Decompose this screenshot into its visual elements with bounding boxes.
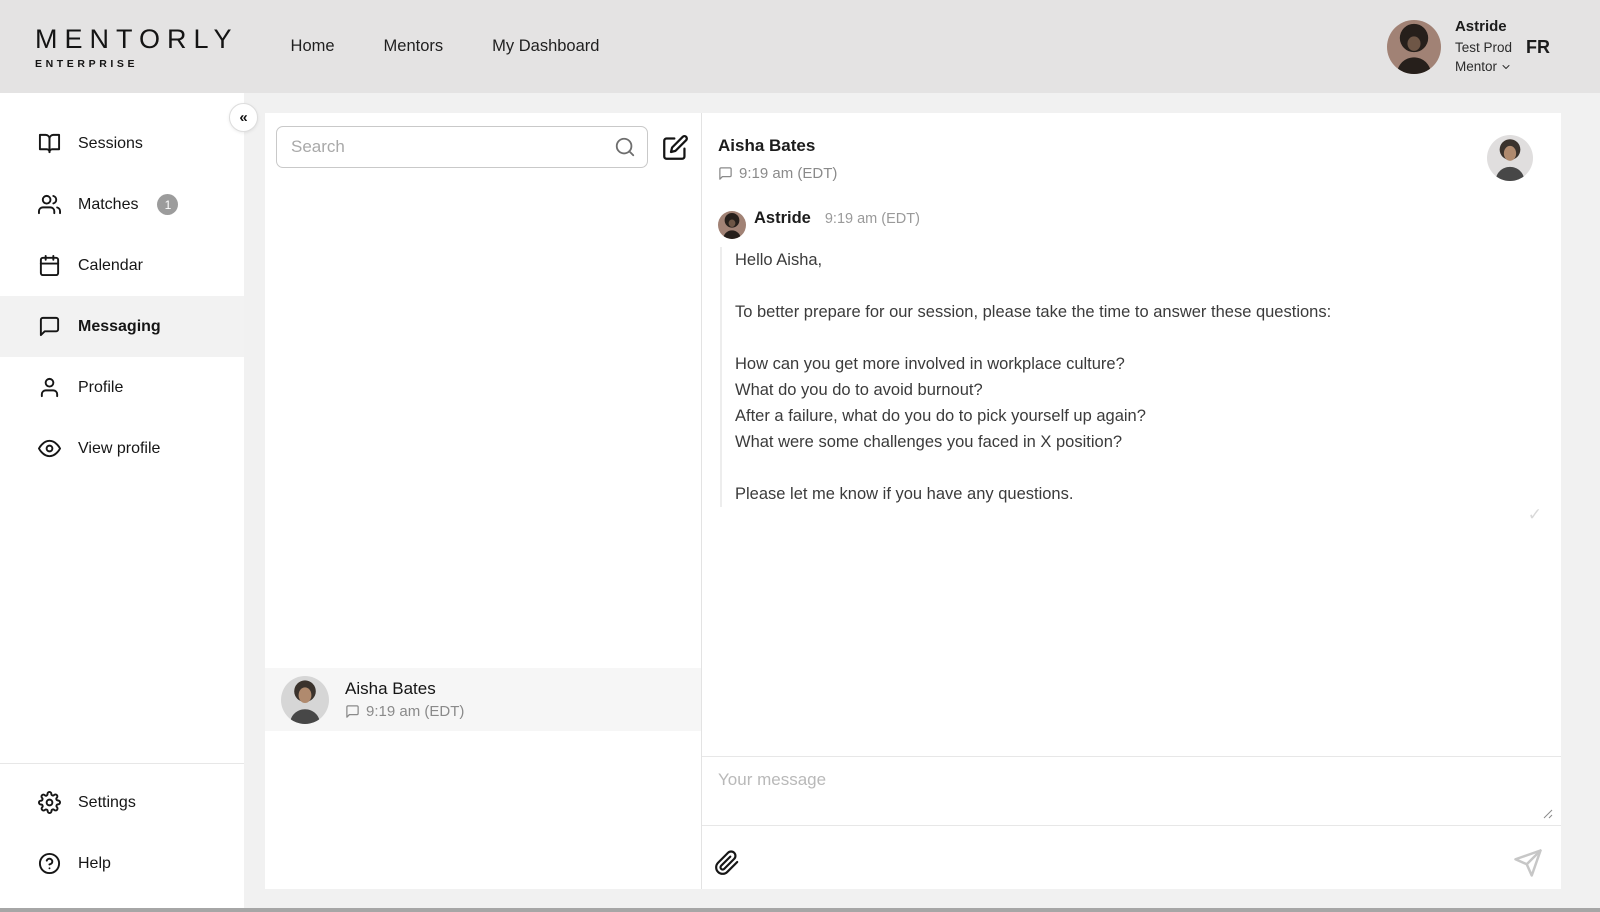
chat-partner-name: Aisha Bates xyxy=(718,136,815,156)
user-info: Astride Test Prod Mentor xyxy=(1455,16,1512,77)
top-nav: Home Mentors My Dashboard xyxy=(291,37,600,56)
user-role-label: Mentor xyxy=(1455,57,1497,77)
chat-header: Aisha Bates 9:19 am (EDT) xyxy=(702,113,1561,209)
user-menu[interactable]: Astride Test Prod Mentor FR xyxy=(1387,16,1550,77)
conversation-time: 9:19 am (EDT) xyxy=(366,703,464,720)
paperclip-icon[interactable] xyxy=(714,850,740,876)
composer-toolbar xyxy=(702,831,1561,894)
message-header: Astride 9:19 am (EDT) xyxy=(718,209,1561,237)
users-icon xyxy=(38,193,61,216)
conversation-list-panel: Aisha Bates 9:19 am (EDT) xyxy=(265,113,701,889)
sidebar-item-settings[interactable]: Settings xyxy=(0,772,244,833)
compose-message-icon[interactable] xyxy=(662,134,689,161)
sidebar-item-label: View profile xyxy=(78,440,160,458)
user-org: Test Prod xyxy=(1455,38,1512,58)
sidebar-item-view-profile[interactable]: View profile xyxy=(0,418,244,479)
chat-partner-avatar xyxy=(1487,135,1533,181)
conversation-time-row: 9:19 am (EDT) xyxy=(345,703,464,720)
sidebar-item-help[interactable]: Help xyxy=(0,833,244,894)
avatar-silhouette-icon xyxy=(1387,20,1441,74)
sidebar-item-label: Sessions xyxy=(78,135,143,153)
user-icon xyxy=(38,376,61,399)
resize-grip-handle[interactable] xyxy=(1541,808,1553,820)
message-bubble-icon xyxy=(38,315,61,338)
read-receipt-check-icon: ✓ xyxy=(1528,505,1542,525)
chat-header-time: 9:19 am (EDT) xyxy=(739,165,837,182)
matches-count-badge: 1 xyxy=(157,194,178,215)
user-avatar[interactable] xyxy=(1387,20,1441,74)
chevron-down-icon xyxy=(1500,61,1512,73)
page-bottom-strip xyxy=(0,908,1600,912)
sidebar-item-label: Settings xyxy=(78,794,136,812)
message-sender: Astride xyxy=(754,209,811,228)
message-bubble-icon xyxy=(345,704,360,719)
search-wrapper xyxy=(276,126,648,168)
conversation-name: Aisha Bates xyxy=(345,679,464,699)
avatar-silhouette-icon xyxy=(718,211,746,239)
sidebar-item-label: Matches xyxy=(78,196,138,214)
sidebar-collapse-button[interactable]: « xyxy=(229,103,258,132)
app-header: MENTORLY ENTERPRISE Home Mentors My Dash… xyxy=(0,0,1600,93)
search-input[interactable] xyxy=(276,126,648,168)
message-time: 9:19 am (EDT) xyxy=(825,211,920,227)
chat-panel: Aisha Bates 9:19 am (EDT) Astride 9 xyxy=(701,113,1561,889)
sidebar-item-label: Messaging xyxy=(78,318,161,336)
sidebar-item-sessions[interactable]: Sessions xyxy=(0,113,244,174)
user-role-dropdown[interactable]: Mentor xyxy=(1455,57,1512,77)
conversation-meta: Aisha Bates 9:19 am (EDT) xyxy=(345,679,464,720)
gear-icon xyxy=(38,791,61,814)
nav-mentors[interactable]: Mentors xyxy=(384,37,444,56)
sidebar-item-messaging[interactable]: Messaging xyxy=(0,296,244,357)
nav-my-dashboard[interactable]: My Dashboard xyxy=(492,37,599,56)
send-icon[interactable] xyxy=(1513,848,1543,878)
conversation-list-item[interactable]: Aisha Bates 9:19 am (EDT) xyxy=(265,668,701,731)
sidebar-item-label: Calendar xyxy=(78,257,143,275)
logo-title: MENTORLY xyxy=(35,24,239,55)
message-composer xyxy=(702,756,1561,889)
message-bubble-icon xyxy=(718,166,733,181)
sidebar-nav: Sessions Matches 1 Calendar Messaging xyxy=(0,93,244,479)
nav-home[interactable]: Home xyxy=(291,37,335,56)
avatar-silhouette-icon xyxy=(1487,135,1533,181)
message-sender-avatar xyxy=(718,211,746,239)
sidebar-footer: Settings Help xyxy=(0,763,244,894)
sidebar-item-matches[interactable]: Matches 1 xyxy=(0,174,244,235)
help-circle-icon xyxy=(38,852,61,875)
search-icon[interactable] xyxy=(614,136,636,158)
calendar-icon xyxy=(38,254,61,277)
user-name: Astride xyxy=(1455,16,1512,38)
chevrons-left-icon: « xyxy=(239,109,247,126)
message-input[interactable] xyxy=(702,757,1561,826)
sidebar-item-calendar[interactable]: Calendar xyxy=(0,235,244,296)
sidebar-item-label: Help xyxy=(78,855,111,873)
chat-header-time-row: 9:19 am (EDT) xyxy=(718,165,837,182)
app-logo[interactable]: MENTORLY ENTERPRISE xyxy=(35,24,239,70)
book-open-icon xyxy=(38,132,61,155)
conversation-toolbar xyxy=(265,113,701,168)
sidebar-item-label: Profile xyxy=(78,379,123,397)
avatar-silhouette-icon xyxy=(281,676,329,724)
logo-subtitle: ENTERPRISE xyxy=(35,58,239,70)
language-toggle[interactable]: FR xyxy=(1526,37,1550,58)
eye-icon xyxy=(38,437,61,460)
message: Astride 9:19 am (EDT) Hello Aisha, To be… xyxy=(702,209,1561,507)
conversation-avatar xyxy=(281,676,329,724)
sidebar-item-profile[interactable]: Profile xyxy=(0,357,244,418)
sidebar: « Sessions Matches 1 Calendar xyxy=(0,93,244,908)
message-body: Hello Aisha, To better prepare for our s… xyxy=(720,247,1440,507)
